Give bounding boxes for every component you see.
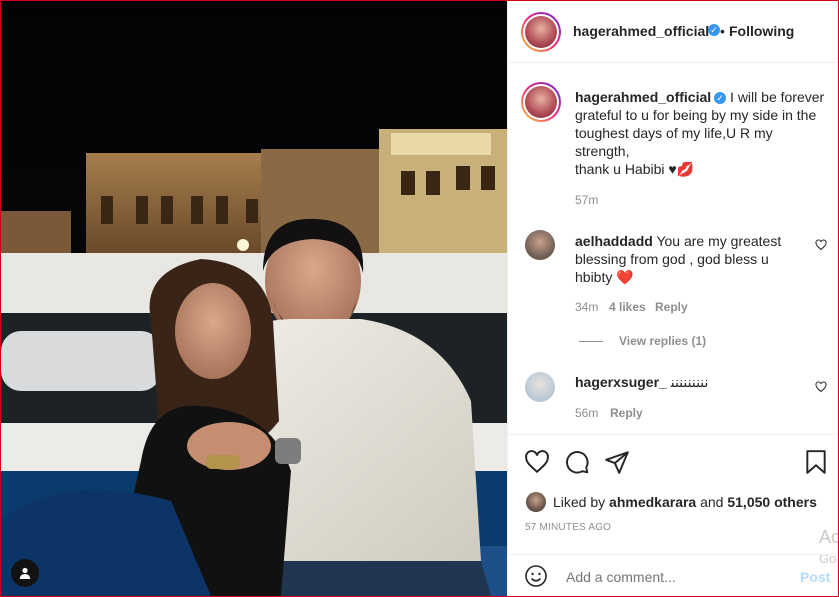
watermark-line1: Ac [819, 527, 839, 547]
post-timestamp[interactable]: 57 MINUTES AGO [525, 522, 611, 533]
caption-text-line2: grateful to u for being by my side in th… [575, 107, 817, 123]
heart-icon[interactable] [815, 239, 827, 251]
instagram-post-window: hagerahmed_official ✓ • Following hagera… [0, 0, 839, 597]
paper-plane-icon[interactable] [604, 449, 630, 475]
comments-list: hagerahmed_official ✓ I will be forever g… [508, 63, 838, 434]
caption-avatar[interactable] [521, 82, 561, 122]
post-comment-button[interactable]: Post [800, 569, 830, 585]
post-side-panel: hagerahmed_official ✓ • Following hagera… [507, 1, 839, 596]
caption-username[interactable]: hagerahmed_official [575, 89, 711, 105]
post-actions: Liked by ahmedkarara and 51,050 others 5… [508, 434, 839, 566]
caption-text-line4: strength, [575, 143, 630, 159]
verified-badge-icon: ✓ [714, 92, 727, 104]
commenter-avatar[interactable] [525, 372, 555, 402]
replies-divider [579, 341, 603, 342]
emoji-icon[interactable] [524, 564, 548, 588]
liker-avatar[interactable] [526, 492, 546, 512]
author-avatar[interactable] [521, 12, 561, 52]
comment-text: ﻧﻨﻨﻨﻨﻨﻨﻨﻨ [670, 374, 709, 390]
comment-username[interactable]: hagerxsuger_ [575, 374, 667, 390]
reply-button[interactable]: Reply [655, 300, 688, 314]
user-tag-icon [19, 567, 31, 579]
likes-others[interactable]: 51,050 others [727, 494, 817, 510]
view-replies-button[interactable]: View replies (1) [619, 334, 706, 348]
user-tag-button[interactable] [11, 559, 39, 587]
likes-and: and [700, 494, 724, 510]
night-couple-photo [1, 1, 507, 596]
comment-time: 56m [575, 406, 599, 420]
caption-text-line1: I will be forever [730, 89, 825, 105]
reply-button[interactable]: Reply [610, 406, 643, 420]
header-separator: • [720, 23, 725, 39]
commenter-avatar[interactable] [525, 230, 555, 260]
heart-icon[interactable] [524, 449, 550, 475]
heart-icon[interactable] [815, 381, 827, 393]
comment-input[interactable] [564, 566, 788, 588]
likes-summary: Liked by ahmedkarara and 51,050 others [553, 494, 817, 510]
comment-time: 34m [575, 300, 599, 314]
bookmark-icon[interactable] [805, 449, 827, 475]
verified-badge-icon: ✓ [708, 24, 720, 36]
comment-text-line1: You are my greatest [656, 233, 782, 249]
following-button[interactable]: Following [729, 23, 794, 39]
comment-bubble-icon[interactable] [564, 449, 590, 475]
caption-text-line3: toughest days of my life,U R my [575, 125, 773, 141]
post-photo[interactable] [1, 1, 507, 596]
add-comment-bar: Post [508, 554, 838, 596]
comment-text-line3: hbibty ❤️ [575, 269, 634, 285]
author-username[interactable]: hagerahmed_official [573, 23, 709, 39]
caption-text-line5: thank u Habibi ♥💋 [575, 161, 695, 177]
liker-username[interactable]: ahmedkarara [609, 494, 696, 510]
caption-time: 57m [575, 193, 599, 207]
comment-likes[interactable]: 4 likes [609, 300, 646, 314]
post-header: hagerahmed_official ✓ • Following [508, 1, 838, 63]
comment-text-line2: blessing from god , god bless u [575, 251, 769, 267]
comment-username[interactable]: aelhaddadd [575, 233, 653, 249]
likes-prefix: Liked by [553, 494, 606, 510]
